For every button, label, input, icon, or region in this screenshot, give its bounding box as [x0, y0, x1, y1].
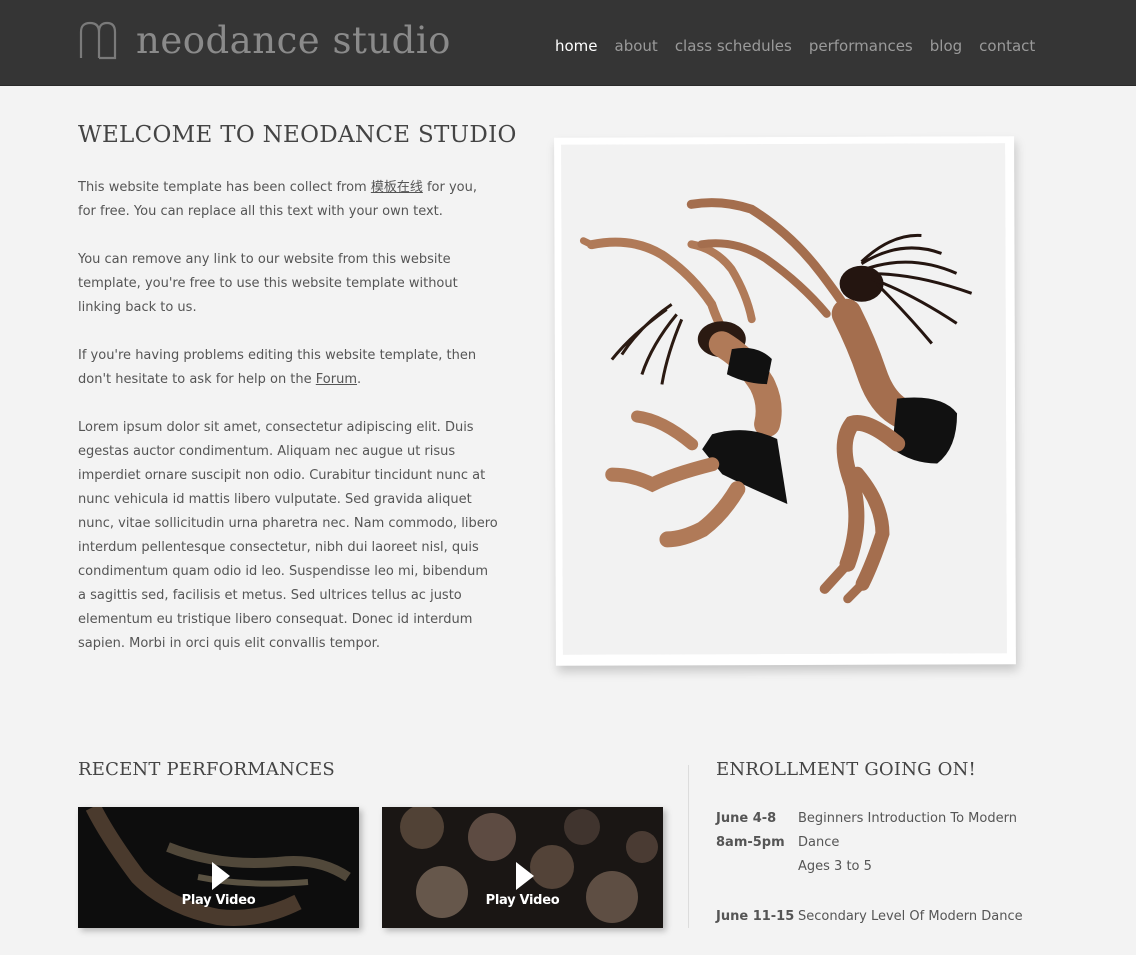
page-title: WELCOME TO NEODANCE STUDIO [78, 122, 517, 148]
video-thumbnail-1[interactable]: Play Video [78, 807, 359, 928]
enroll-date: June 4-8 8am-5pm [716, 807, 798, 879]
play-video-label[interactable]: Play Video [78, 893, 359, 908]
nav-blog[interactable]: blog [930, 35, 962, 57]
enroll-date: June 11-15 [716, 905, 798, 929]
help-paragraph: If you're having problems editing this w… [78, 344, 498, 392]
nav-about[interactable]: about [615, 35, 658, 57]
enroll-description: Secondary Level Of Modern Dance [798, 905, 1026, 929]
column-divider [688, 765, 689, 928]
template-source-link[interactable]: 模板在线 [371, 180, 423, 195]
play-icon[interactable] [515, 862, 534, 890]
link-paragraph: You can remove any link to our website f… [78, 252, 458, 315]
list-item: June 11-15 Secondary Level Of Modern Dan… [716, 905, 1026, 929]
intro-paragraph: This website template has been collect f… [78, 176, 498, 224]
forum-link[interactable]: Forum [316, 372, 357, 387]
enroll-class-name: Beginners Introduction To Modern Dance [798, 811, 1017, 850]
enroll-date-range: June 4-8 [716, 811, 777, 826]
nav-home[interactable]: home [555, 35, 598, 57]
enroll-time: 8am-5pm [716, 835, 785, 850]
dancers-illustration [561, 143, 1007, 655]
nav-performances[interactable]: performances [809, 35, 913, 57]
enrollment-title: ENROLLMENT GOING ON! [716, 759, 976, 780]
video-thumbnail-2[interactable]: Play Video [382, 807, 663, 928]
list-item: June 4-8 8am-5pm Beginners Introduction … [716, 807, 1026, 879]
lorem-paragraph: Lorem ipsum dolor sit amet, consectetur … [78, 420, 498, 651]
featured-photo-frame [554, 136, 1016, 666]
enroll-class-name: Secondary Level Of Modern Dance [798, 909, 1023, 924]
help-text-tail: . [357, 372, 362, 387]
enroll-date-range: June 11-15 [716, 909, 795, 924]
site-header: neodance studio home about class schedul… [0, 0, 1136, 86]
play-video-label[interactable]: Play Video [382, 893, 663, 908]
nav-class-schedules[interactable]: class schedules [675, 35, 792, 57]
intro-text: This website template has been collect f… [78, 180, 371, 195]
enroll-ages: Ages 3 to 5 [798, 859, 872, 874]
recent-performances-title: RECENT PERFORMANCES [78, 759, 335, 780]
enroll-description: Beginners Introduction To Modern Dance A… [798, 807, 1026, 879]
dancers-photo [561, 143, 1007, 655]
play-icon[interactable] [211, 862, 230, 890]
help-text: If you're having problems editing this w… [78, 348, 477, 387]
enrollment-list: June 4-8 8am-5pm Beginners Introduction … [716, 807, 1026, 955]
nav-contact[interactable]: contact [979, 35, 1035, 57]
logo-icon[interactable] [78, 20, 118, 60]
brand-name[interactable]: neodance studio [136, 16, 451, 66]
main-nav: home about class schedules performances … [555, 35, 1052, 57]
welcome-text: This website template has been collect f… [78, 176, 498, 680]
